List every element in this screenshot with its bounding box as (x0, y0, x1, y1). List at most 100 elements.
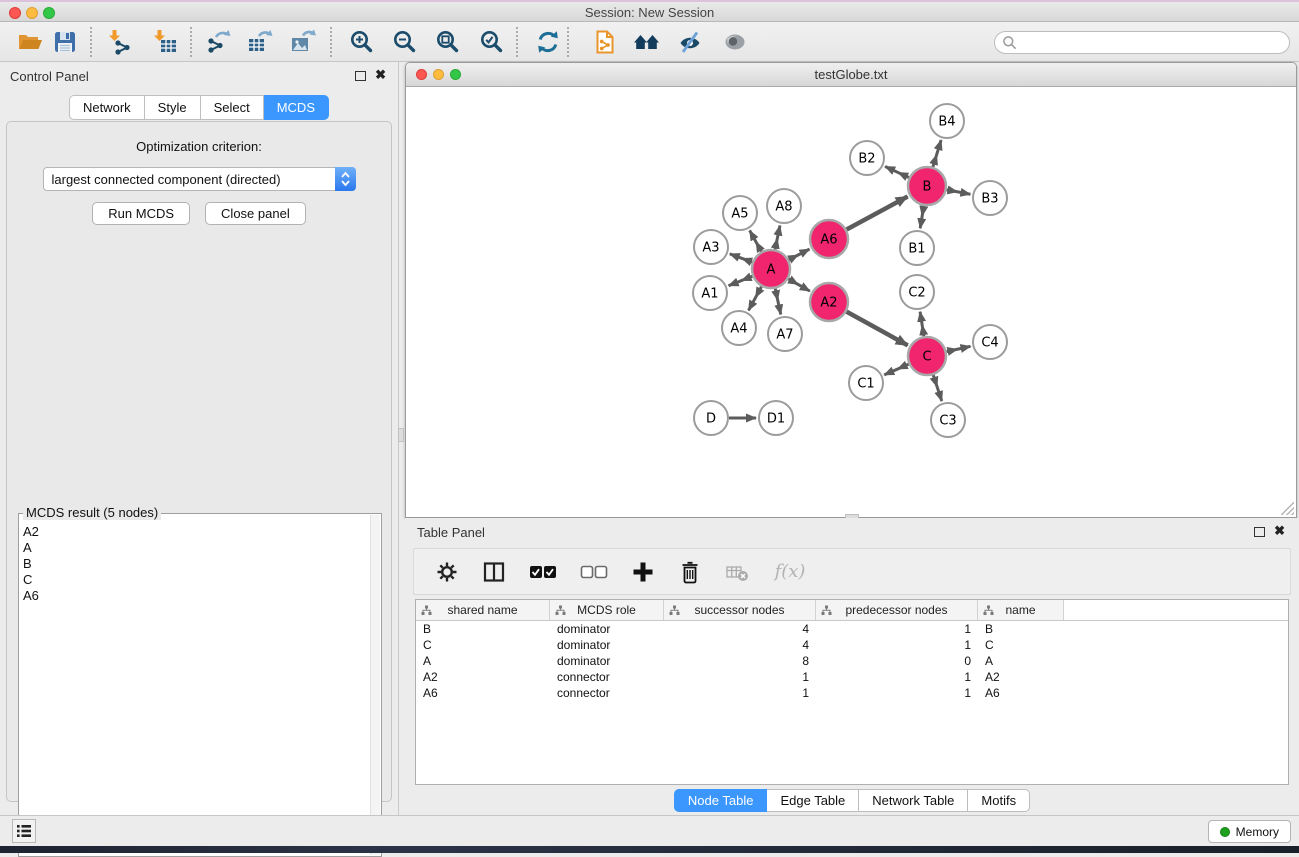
graph-edge-C-C4[interactable] (947, 346, 971, 351)
delete-column-button[interactable] (675, 557, 705, 587)
result-item-a2[interactable]: A2 (21, 524, 369, 540)
graph-edge-A-A7[interactable] (775, 289, 781, 315)
float-table-panel-button[interactable] (1254, 527, 1265, 537)
graph-edge-A-A6[interactable] (789, 249, 810, 260)
save-session-button[interactable] (47, 25, 83, 59)
table-cell[interactable]: 1 (816, 686, 978, 700)
graph-edge-A-A3[interactable] (730, 254, 752, 262)
graph-node-A3[interactable]: A3 (694, 230, 728, 264)
search-field[interactable] (994, 31, 1290, 54)
table-cell[interactable]: A6 (416, 686, 550, 700)
zoom-in-button[interactable] (344, 25, 380, 59)
table-cell[interactable]: 4 (664, 638, 816, 652)
graph-edge-B-B2[interactable] (885, 166, 909, 177)
table-cell[interactable]: 1 (816, 622, 978, 636)
result-item-c[interactable]: C (21, 572, 369, 588)
graph-edge-A-A2[interactable] (788, 279, 809, 291)
graph-node-A5[interactable]: A5 (723, 196, 757, 230)
network-canvas[interactable]: B4 B2 B B3 A5 A8 A6 B1 A3 A A1 C2 A4 (406, 88, 1296, 517)
table-cell[interactable]: A (416, 654, 550, 668)
table-row[interactable]: Cdominator41C (416, 637, 1288, 653)
table-cell[interactable]: A (978, 654, 1064, 668)
select-all-columns-button[interactable] (526, 557, 560, 587)
table-cell[interactable]: B (416, 622, 550, 636)
graph-edge-C-C3[interactable] (933, 375, 942, 401)
close-panel-button2[interactable]: Close panel (205, 202, 306, 225)
close-panel-button[interactable]: ✖ (375, 67, 386, 83)
table-cell[interactable]: A2 (978, 670, 1064, 684)
table-cell[interactable]: 1 (816, 638, 978, 652)
result-scrollbar[interactable] (370, 515, 380, 855)
graph-node-D1[interactable]: D1 (759, 401, 793, 435)
hide-panels-button[interactable] (672, 25, 708, 59)
home-button[interactable] (629, 25, 665, 59)
table-cell[interactable]: 1 (664, 670, 816, 684)
zoom-out-button[interactable] (387, 25, 423, 59)
graph-node-B1[interactable]: B1 (900, 231, 934, 265)
graph-edge-A-A1[interactable] (729, 276, 753, 285)
graph-edge-A-A5[interactable] (750, 230, 762, 251)
table-cell[interactable]: dominator (550, 622, 664, 636)
table-cell[interactable]: 1 (816, 670, 978, 684)
result-item-a6[interactable]: A6 (21, 588, 369, 604)
graph-edge-A6-B[interactable] (847, 196, 908, 229)
tab-select[interactable]: Select (201, 95, 264, 120)
graph-edge-A2-C[interactable] (847, 312, 908, 346)
table-row[interactable]: A6connector11A6 (416, 685, 1288, 701)
zoom-fit-button[interactable] (430, 25, 466, 59)
column-header-mcds-role[interactable]: MCDS role (550, 600, 664, 620)
table-cell[interactable]: A2 (416, 670, 550, 684)
criterion-dropdown[interactable]: largest connected component (directed) (43, 167, 356, 191)
add-column-button[interactable] (628, 557, 658, 587)
export-table-button[interactable] (242, 25, 278, 59)
table-cell[interactable]: connector (550, 686, 664, 700)
import-table-button[interactable] (147, 25, 183, 59)
graph-node-C1[interactable]: C1 (849, 366, 883, 400)
graph-node-A2[interactable]: A2 (810, 283, 848, 321)
mcds-result-list[interactable]: A2ABCA6 (21, 524, 369, 854)
memory-button[interactable]: Memory (1208, 820, 1291, 843)
export-network-button[interactable] (200, 25, 236, 59)
table-row[interactable]: Bdominator41B (416, 621, 1288, 637)
table-row[interactable]: A2connector11A2 (416, 669, 1288, 685)
task-history-button[interactable] (12, 819, 36, 843)
graph-edge-C-C2[interactable] (920, 312, 924, 336)
close-table-panel-button[interactable]: ✖ (1274, 523, 1285, 539)
table-cell[interactable]: 0 (816, 654, 978, 668)
column-header-name[interactable]: name (978, 600, 1064, 620)
deselect-all-columns-button[interactable] (577, 557, 611, 587)
result-item-b[interactable]: B (21, 556, 369, 572)
table-cell[interactable]: 8 (664, 654, 816, 668)
table-settings-button[interactable] (432, 557, 462, 587)
search-input[interactable] (1017, 34, 1289, 52)
column-header-successor-nodes[interactable]: successor nodes (664, 600, 816, 620)
graph-node-C[interactable]: C (908, 337, 946, 375)
graph-edge-A-A8[interactable] (775, 226, 780, 250)
clone-network-button[interactable] (587, 25, 623, 59)
float-panel-button[interactable] (355, 71, 366, 81)
delete-table-button[interactable] (722, 557, 752, 587)
tab-network-table[interactable]: Network Table (859, 789, 968, 812)
tab-style[interactable]: Style (145, 95, 201, 120)
graph-node-D[interactable]: D (694, 401, 728, 435)
table-cell[interactable]: 4 (664, 622, 816, 636)
graph-edge-B-B4[interactable] (933, 140, 941, 167)
graph-node-A8[interactable]: A8 (767, 189, 801, 223)
export-image-button[interactable] (285, 25, 321, 59)
tab-node-table[interactable]: Node Table (674, 789, 768, 812)
result-item-a[interactable]: A (21, 540, 369, 556)
open-session-button[interactable] (12, 25, 48, 59)
table-cell[interactable]: dominator (550, 654, 664, 668)
refresh-layout-button[interactable] (530, 25, 566, 59)
graph-node-C3[interactable]: C3 (931, 403, 965, 437)
split-columns-button[interactable] (479, 557, 509, 587)
show-panels-button[interactable] (717, 25, 753, 59)
table-cell[interactable]: dominator (550, 638, 664, 652)
graph-node-B2[interactable]: B2 (850, 141, 884, 175)
graph-node-A4[interactable]: A4 (722, 311, 756, 345)
tab-edge-table[interactable]: Edge Table (767, 789, 859, 812)
graph-node-C2[interactable]: C2 (900, 275, 934, 309)
graph-edge-A-A4[interactable] (749, 287, 762, 311)
graph-node-A6[interactable]: A6 (810, 220, 848, 258)
table-cell[interactable]: C (416, 638, 550, 652)
